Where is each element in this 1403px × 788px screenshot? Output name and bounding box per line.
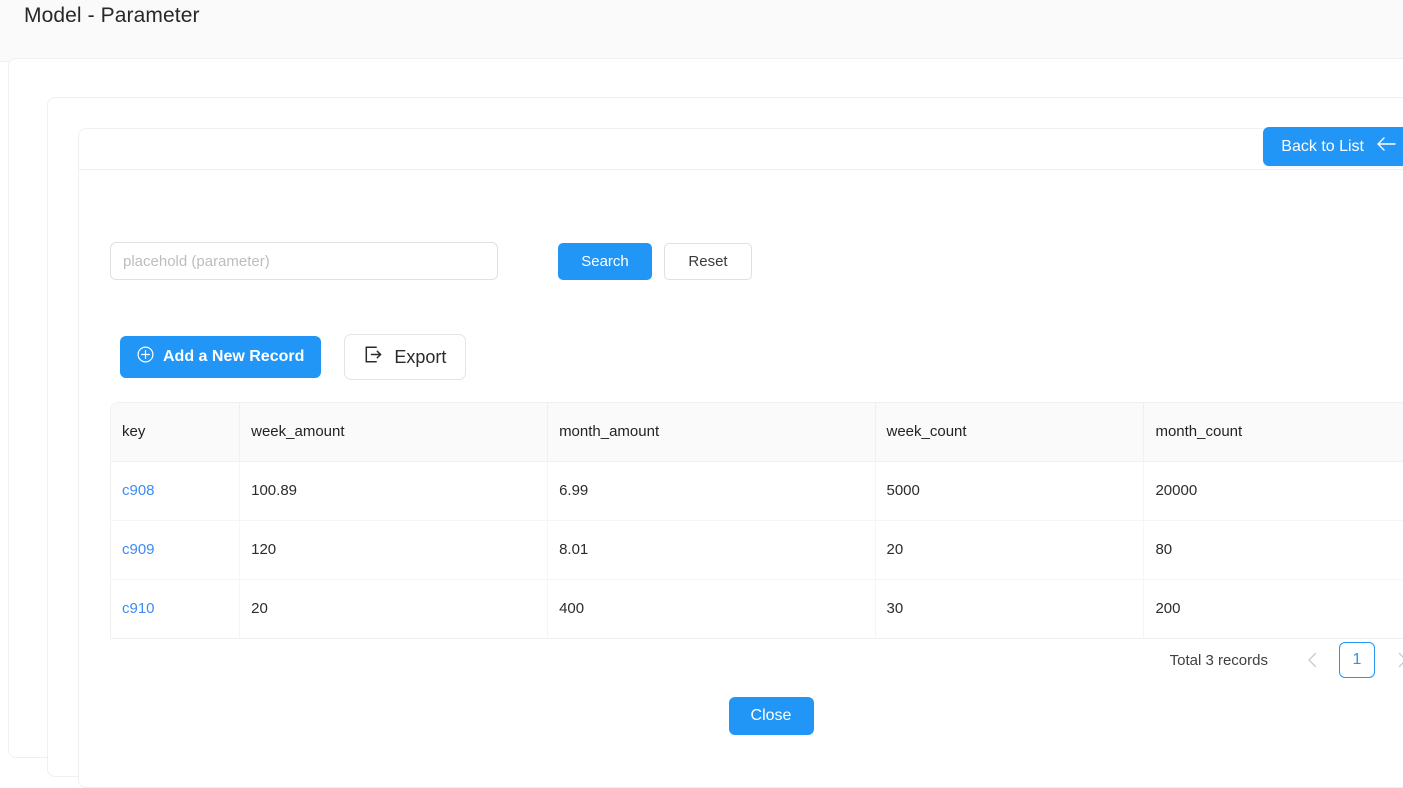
cell-week-count: 20 bbox=[875, 520, 1145, 580]
cell-key: c908 bbox=[111, 461, 241, 521]
export-label: Export bbox=[394, 346, 447, 367]
add-new-record-label: Add a New Record bbox=[163, 348, 305, 365]
search-row: Search Reset bbox=[110, 242, 752, 280]
reset-button[interactable]: Reset bbox=[664, 242, 752, 280]
cell-month-count: 80 bbox=[1143, 520, 1403, 580]
table-row: c908 100.89 6.99 5000 20000 bbox=[111, 461, 1403, 521]
row-key-link[interactable]: c909 bbox=[122, 541, 155, 558]
export-button[interactable]: Export bbox=[344, 334, 467, 380]
table-row: c909 120 8.01 20 80 bbox=[111, 520, 1403, 580]
back-to-list-button[interactable]: Back to List bbox=[1263, 127, 1403, 166]
close-button[interactable]: Close bbox=[728, 697, 814, 735]
cell-month-count: 200 bbox=[1143, 579, 1403, 638]
cell-key: c910 bbox=[111, 579, 241, 638]
window-titlebar: Model - Parameter bbox=[0, 0, 1403, 62]
cell-key: c909 bbox=[111, 520, 241, 580]
parameter-card: Back to List Search Reset bbox=[78, 127, 1403, 788]
outer-panel: Back to List Search Reset bbox=[8, 58, 1403, 788]
parameter-table: key week_amount month_amount week_count … bbox=[110, 402, 1403, 639]
cell-week-amount: 20 bbox=[239, 579, 549, 638]
total-records-label: Total 3 records bbox=[1169, 651, 1268, 669]
row-key-link[interactable]: c908 bbox=[122, 482, 155, 499]
action-row: Add a New Record Export bbox=[120, 334, 467, 380]
plus-circle-icon bbox=[137, 346, 154, 368]
table-header-row: key week_amount month_amount week_count … bbox=[111, 403, 1403, 462]
arrow-left-icon bbox=[1376, 137, 1396, 156]
cell-month-amount: 400 bbox=[547, 579, 876, 638]
column-header-week-amount: week_amount bbox=[239, 403, 549, 462]
page-title: Model - Parameter bbox=[24, 4, 200, 27]
cell-month-amount: 8.01 bbox=[547, 520, 876, 580]
cell-week-amount: 120 bbox=[239, 520, 549, 580]
column-header-key: key bbox=[111, 403, 241, 462]
page-1-button[interactable]: 1 bbox=[1339, 642, 1375, 678]
cell-month-amount: 6.99 bbox=[547, 461, 876, 521]
card-header: Back to List bbox=[79, 127, 1403, 170]
export-icon bbox=[364, 345, 383, 369]
column-header-month-amount: month_amount bbox=[547, 403, 876, 462]
cell-week-amount: 100.89 bbox=[239, 461, 549, 521]
content-panel: Back to List Search Reset bbox=[47, 97, 1403, 788]
search-button[interactable]: Search bbox=[558, 242, 652, 280]
chevron-right-icon[interactable] bbox=[1386, 644, 1403, 676]
pagination: Total 3 records 1 bbox=[110, 642, 1403, 678]
cell-week-count: 5000 bbox=[875, 461, 1145, 521]
chevron-left-icon[interactable] bbox=[1296, 644, 1328, 676]
column-header-month-count: month_count bbox=[1143, 403, 1403, 462]
back-to-list-label: Back to List bbox=[1281, 137, 1364, 155]
cell-month-count: 20000 bbox=[1143, 461, 1403, 521]
search-input[interactable] bbox=[110, 242, 498, 280]
table-row: c910 20 400 30 200 bbox=[111, 579, 1403, 638]
row-key-link[interactable]: c910 bbox=[122, 600, 155, 617]
column-header-week-count: week_count bbox=[875, 403, 1145, 462]
add-new-record-button[interactable]: Add a New Record bbox=[120, 336, 322, 378]
cell-week-count: 30 bbox=[875, 579, 1145, 638]
footer-actions: Close bbox=[110, 697, 1403, 735]
